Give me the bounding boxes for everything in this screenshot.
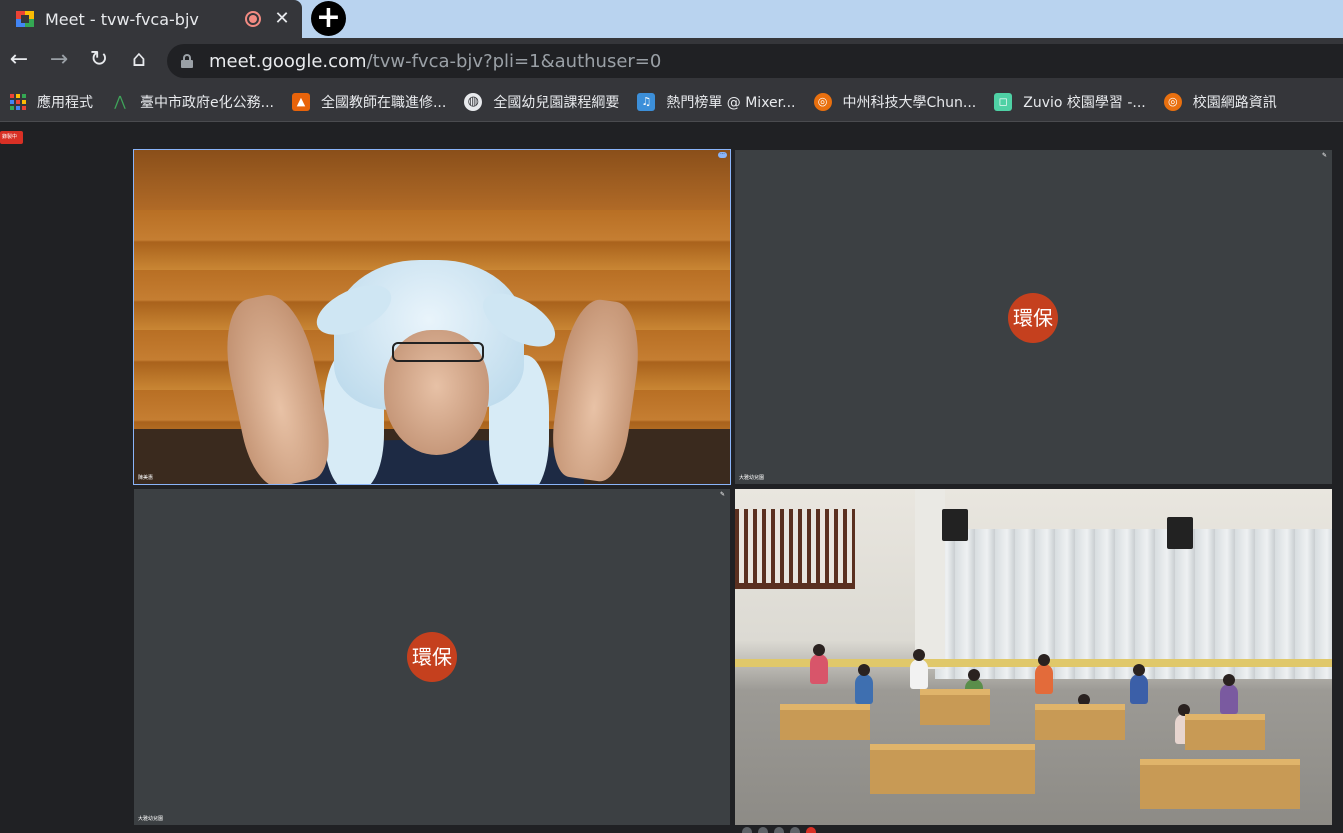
- teacher-training-icon: ▲: [291, 92, 310, 111]
- tab-close-icon[interactable]: ✕: [270, 7, 294, 31]
- apps-grid-icon: [10, 93, 26, 110]
- mic-muted-icon: ✎: [1322, 152, 1328, 159]
- globe-icon: ◍: [464, 92, 483, 111]
- tab-strip: Meet - tvw-fvca-bjv ✕ +: [0, 0, 1343, 38]
- participant-avatar: 環保: [407, 632, 457, 682]
- forward-arrow-icon[interactable]: →: [45, 46, 73, 74]
- teacher-video-feed: [134, 150, 730, 484]
- control-bar-peek: [758, 827, 768, 833]
- participant-avatar: 環保: [1008, 293, 1058, 343]
- classroom-video-feed: [735, 489, 1332, 825]
- control-bar-peek: [774, 827, 784, 833]
- bookmark-kindergarten-curriculum[interactable]: ◍ 全國幼兒園課程綱要: [464, 92, 619, 112]
- participant-name: 大雅幼兒園: [138, 816, 164, 822]
- tab-meet[interactable]: Meet - tvw-fvca-bjv ✕: [0, 0, 302, 38]
- zuvio-icon: ◻: [994, 92, 1013, 111]
- mic-muted-icon: ✎: [720, 491, 726, 498]
- back-arrow-icon[interactable]: ←: [5, 46, 33, 74]
- bookmark-campus-network[interactable]: ◎ 校園網路資訊: [1163, 92, 1277, 112]
- bookmark-mixer-charts[interactable]: ♫ 熱門榜單 @ Mixer...: [637, 92, 796, 112]
- bookmark-zuvio[interactable]: ◻ Zuvio 校園學習 -...: [994, 92, 1146, 112]
- participant-name: 大雅幼兒園: [739, 475, 765, 481]
- meet-favicon-icon: [16, 11, 34, 27]
- bookmark-apps[interactable]: 應用程式: [10, 92, 93, 112]
- university-logo-icon: ◎: [813, 92, 832, 111]
- meet-stage: 錄製中 ··· 陳美惠 環保 ✎ 大雅幼兒園 環保 ✎ 大雅幼兒園: [0, 123, 1343, 833]
- reload-icon[interactable]: ↻: [85, 46, 113, 74]
- bookmarks-bar: 應用程式 ⋀ 臺中市政府e化公務... ▲ 全國教師在職進修... ◍ 全國幼兒…: [0, 82, 1343, 122]
- campus-network-icon: ◎: [1163, 92, 1182, 111]
- tile-options-icon[interactable]: ···: [718, 152, 727, 158]
- browser-toolbar: ← → ↻ ⌂ meet.google.com/tvw-fvca-bjv?pli…: [0, 38, 1343, 82]
- music-icon: ♫: [637, 92, 656, 111]
- participant-name: 陳美惠: [138, 475, 154, 481]
- new-tab-button[interactable]: +: [311, 1, 346, 36]
- control-bar-peek: [790, 827, 800, 833]
- address-bar[interactable]: meet.google.com/tvw-fvca-bjv?pli=1&authu…: [167, 44, 1343, 78]
- bookmark-teacher-training[interactable]: ▲ 全國教師在職進修...: [291, 92, 446, 112]
- lock-icon[interactable]: [181, 54, 193, 68]
- participant-tile-avatar-2[interactable]: 環保 ✎ 大雅幼兒園: [134, 489, 730, 825]
- recording-indicator-icon: [245, 11, 261, 27]
- control-bar-peek: [806, 827, 816, 833]
- home-icon[interactable]: ⌂: [125, 46, 153, 74]
- participant-tile-avatar-1[interactable]: 環保 ✎ 大雅幼兒園: [735, 150, 1332, 484]
- participant-tile-classroom[interactable]: [735, 489, 1332, 825]
- tab-title: Meet - tvw-fvca-bjv: [45, 9, 199, 29]
- url-text: meet.google.com/tvw-fvca-bjv?pli=1&authu…: [209, 50, 662, 72]
- bottom-edge: [0, 826, 1343, 833]
- participant-tile-teacher[interactable]: ··· 陳美惠: [133, 149, 731, 485]
- recording-badge: 錄製中: [0, 131, 23, 144]
- bookmark-chung-chou-university[interactable]: ◎ 中州科技大學Chun...: [813, 92, 976, 112]
- bookmark-taichung[interactable]: ⋀ 臺中市政府e化公務...: [111, 92, 274, 112]
- control-bar-peek: [742, 827, 752, 833]
- taichung-logo-icon: ⋀: [114, 93, 126, 110]
